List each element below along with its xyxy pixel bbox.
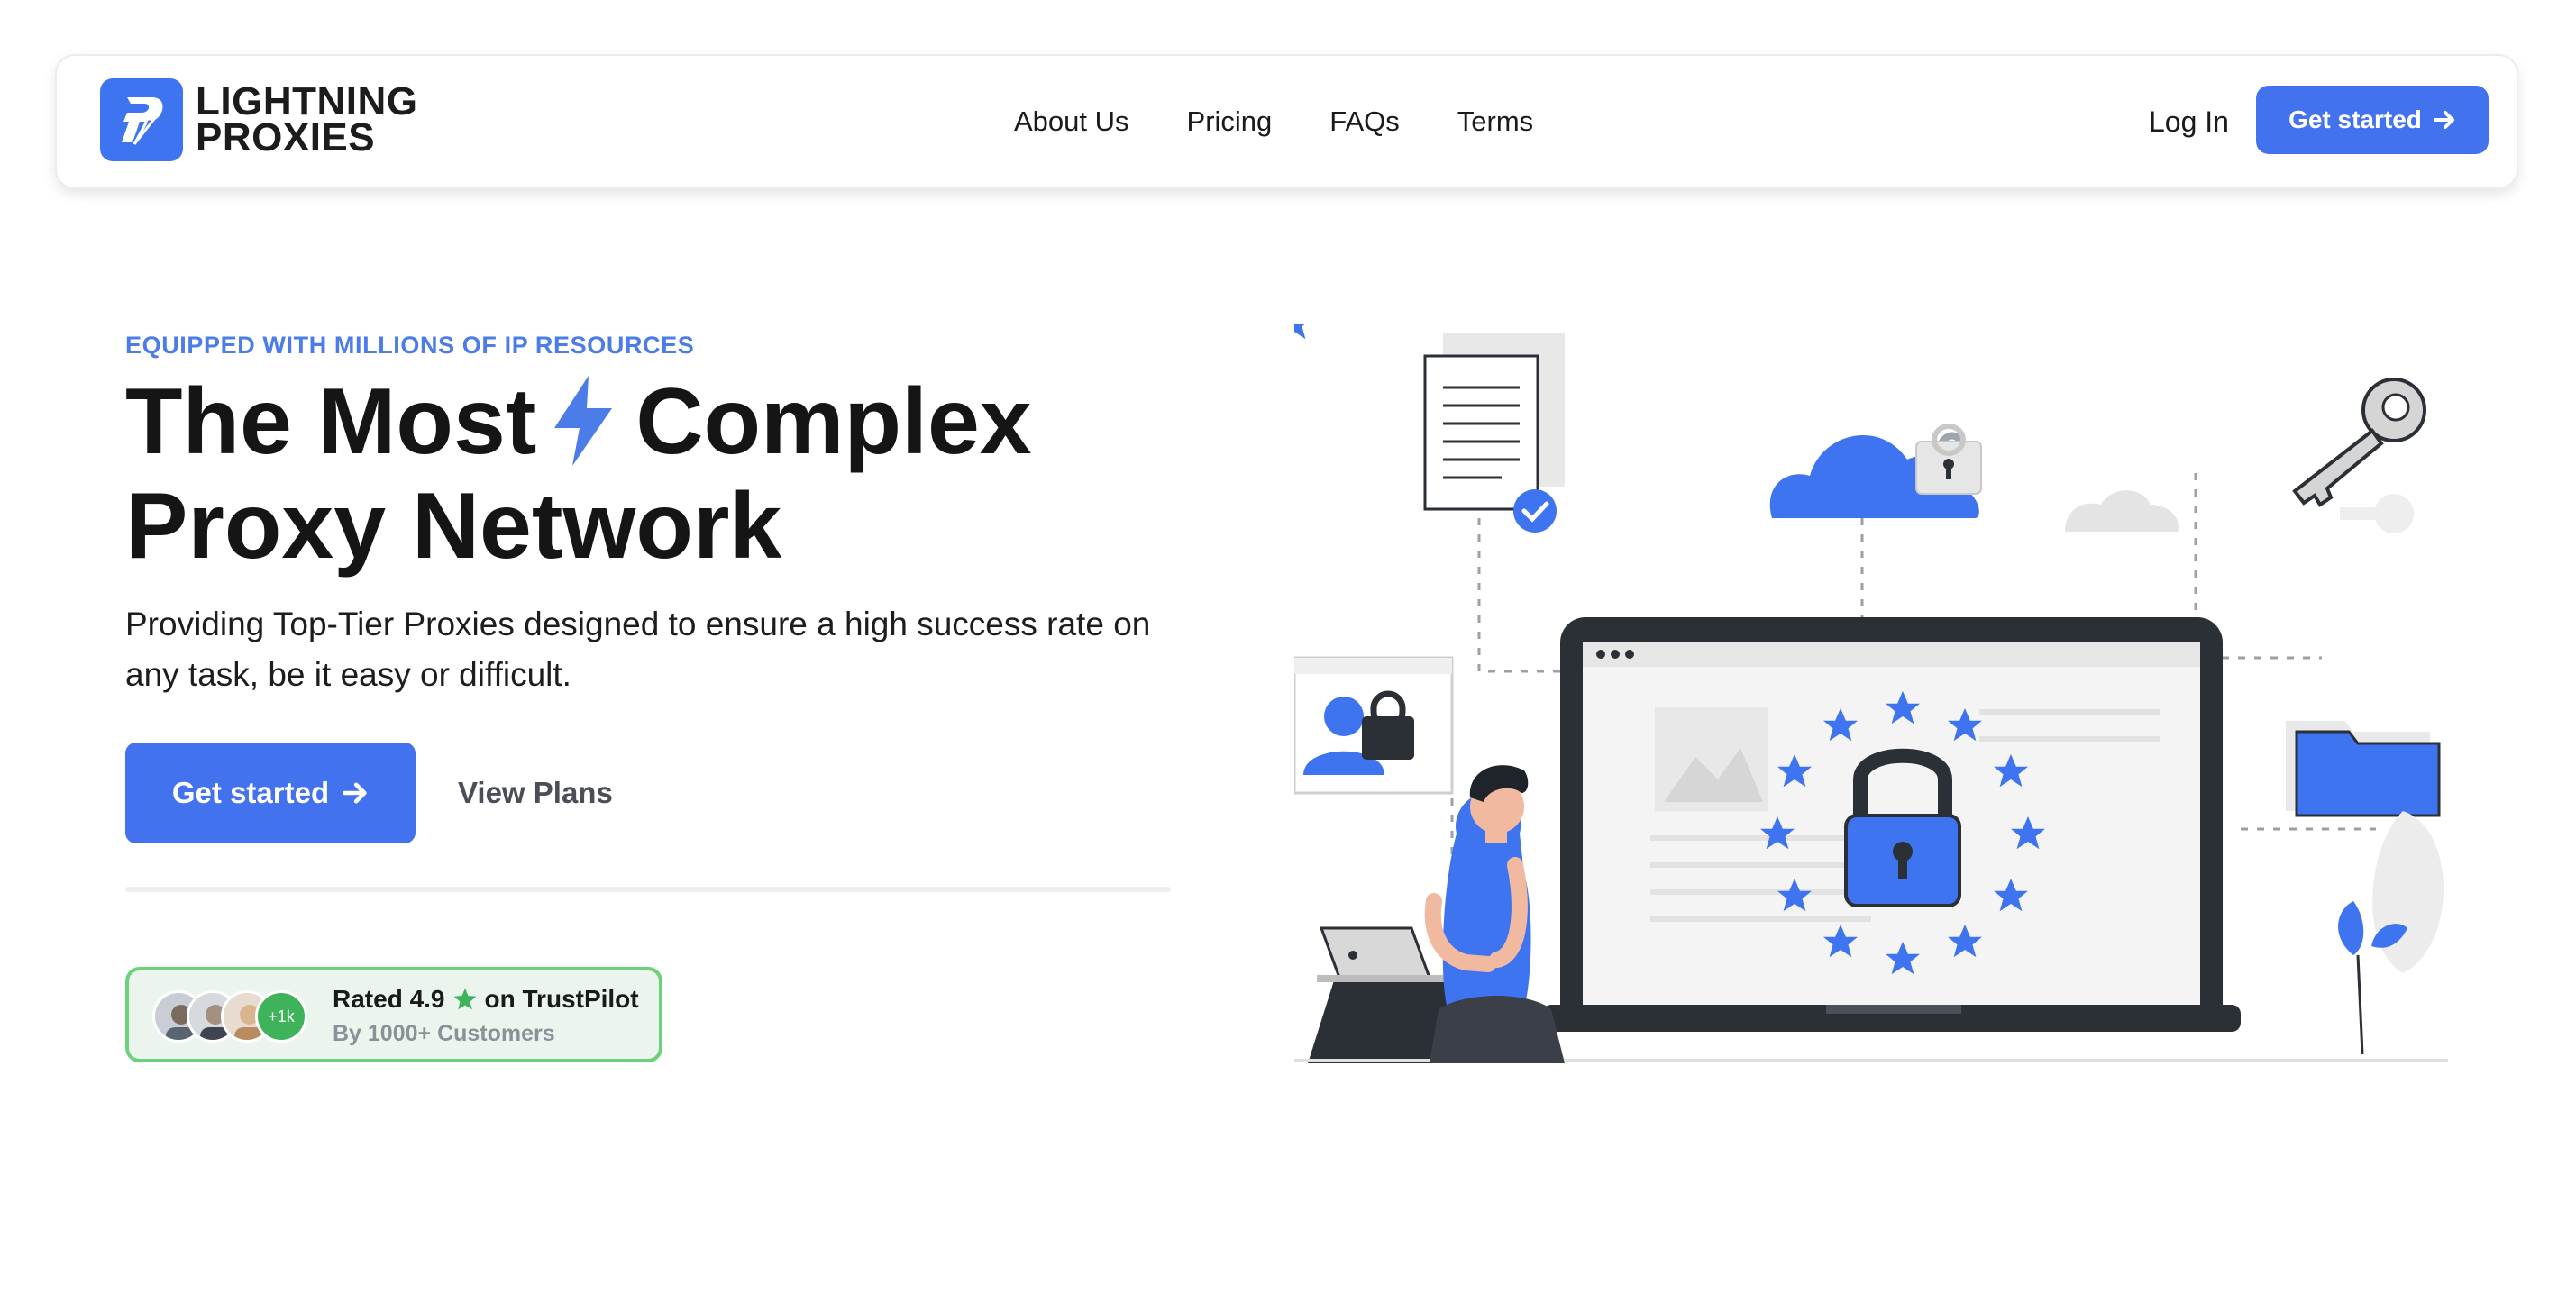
key-icon bbox=[2292, 378, 2426, 533]
cloud-lock-icon bbox=[1769, 424, 2179, 532]
headline-part1: The Most bbox=[125, 369, 537, 474]
nav-link-faqs[interactable]: FAQs bbox=[1329, 105, 1400, 138]
document-icon bbox=[1423, 333, 1565, 533]
headline-part2: Complex bbox=[635, 369, 1032, 474]
nav-link-pricing[interactable]: Pricing bbox=[1187, 105, 1273, 138]
star-icon bbox=[453, 988, 476, 1010]
rating-source: on TrustPilot bbox=[484, 985, 639, 1013]
arrow-right-icon bbox=[343, 782, 367, 804]
login-link[interactable]: Log In bbox=[2149, 56, 2229, 187]
user-lock-card bbox=[1294, 656, 1454, 795]
hero-headline: The Most Complex Proxy Network bbox=[125, 369, 1252, 579]
brand-name-line2: PROXIES bbox=[196, 115, 376, 159]
hero-get-started-label: Get started bbox=[171, 776, 330, 809]
brand-logo[interactable]: LIGHTNING PROXIES bbox=[100, 78, 417, 161]
nav-get-started-label: Get started bbox=[2288, 105, 2422, 133]
more-customers-badge: +1k bbox=[255, 990, 307, 1043]
hero-get-started-button[interactable]: Get started bbox=[125, 743, 416, 843]
folder-icon bbox=[2286, 721, 2441, 817]
hero-eyebrow: EQUIPPED WITH MILLIONS OF IP RESOURCES bbox=[125, 332, 695, 359]
customer-count: By 1000+ Customers bbox=[333, 1021, 555, 1046]
hero-divider bbox=[125, 887, 1171, 892]
security-illustration bbox=[1294, 324, 2448, 1063]
nav-link-about-us[interactable]: About Us bbox=[1014, 105, 1129, 138]
top-navbar: LIGHTNING PROXIES About Us Pricing FAQs … bbox=[55, 54, 2518, 189]
lightning-logo-icon bbox=[100, 78, 183, 161]
trust-rating-line: Rated 4.9 on TrustPilot bbox=[333, 985, 639, 1014]
brand-wordmark: LIGHTNING PROXIES bbox=[196, 82, 417, 159]
plant-decoration bbox=[2338, 811, 2444, 1055]
headline-line2: Proxy Network bbox=[125, 474, 782, 579]
bolt-icon bbox=[554, 376, 613, 466]
nav-get-started-button[interactable]: Get started bbox=[2256, 86, 2489, 154]
primary-nav: About Us Pricing FAQs Terms bbox=[1014, 56, 1533, 187]
rating-text: Rated 4.9 bbox=[333, 985, 445, 1013]
nav-link-terms[interactable]: Terms bbox=[1457, 105, 1533, 138]
view-plans-button[interactable]: View Plans bbox=[458, 743, 613, 843]
arrow-right-icon bbox=[2433, 111, 2454, 129]
trustpilot-rating-badge: +1k Rated 4.9 on TrustPilot By 1000+ Cus… bbox=[125, 967, 662, 1062]
hero-subcopy: Providing Top-Tier Proxies designed to e… bbox=[125, 606, 1151, 693]
